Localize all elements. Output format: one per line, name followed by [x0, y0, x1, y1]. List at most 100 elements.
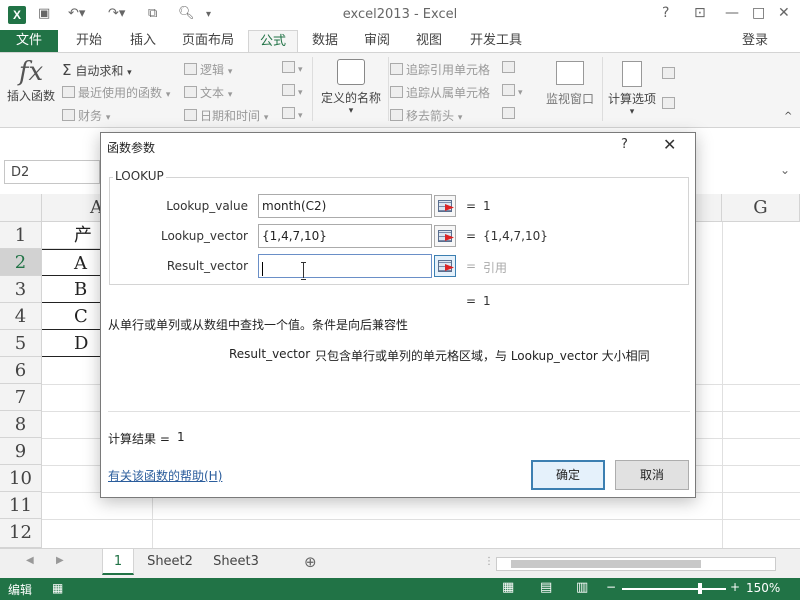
tab-page-layout[interactable]: 页面布局	[172, 30, 244, 52]
result-vector-input[interactable]	[258, 254, 432, 278]
watch-window-button[interactable]: 监视窗口	[540, 61, 600, 107]
horizontal-scrollbar[interactable]	[496, 557, 776, 571]
row-header-7[interactable]: 7	[0, 384, 42, 411]
ok-button[interactable]: 确定	[531, 460, 605, 490]
zoom-slider[interactable]	[622, 588, 726, 590]
formula-result-preview: 1	[483, 294, 491, 308]
lookup-value-input[interactable]: month(C2)	[258, 194, 432, 218]
lookup-ref-button[interactable]: ▾	[282, 61, 303, 75]
login-link[interactable]: 登录	[742, 30, 768, 52]
lookup-vector-input[interactable]: {1,4,7,10}	[258, 224, 432, 248]
normal-view-icon[interactable]: ▦	[502, 580, 514, 595]
row-header-11[interactable]: 11	[0, 492, 42, 519]
row-header-3[interactable]: 3	[0, 276, 42, 303]
calc-result-label: 计算结果 =	[108, 432, 170, 446]
dialog-close-button[interactable]: ✕	[663, 135, 676, 154]
zoom-level[interactable]: 150%	[746, 581, 780, 595]
finance-button[interactable]: 财务 ▾	[62, 107, 110, 124]
tab-insert[interactable]: 插入	[118, 30, 168, 52]
zoom-in-icon[interactable]: +	[730, 580, 740, 594]
cancel-button[interactable]: 取消	[615, 460, 689, 490]
calc-sheet-button[interactable]	[662, 97, 678, 111]
restore-icon[interactable]: □	[752, 5, 765, 21]
dialog-help-button[interactable]: ?	[621, 137, 628, 152]
calc-options-button[interactable]: 计算选项 ▾	[604, 61, 660, 117]
logical-icon	[184, 63, 197, 75]
calculator-icon	[622, 61, 642, 87]
collapse-dialog-button-2[interactable]	[434, 225, 456, 247]
error-checking-button[interactable]: ▾	[502, 84, 523, 98]
calc-now-button[interactable]	[662, 67, 678, 81]
row-header-8[interactable]: 8	[0, 411, 42, 438]
name-box[interactable]: D2	[4, 160, 100, 184]
defined-names-button[interactable]: 定义的名称 ▾	[316, 59, 386, 116]
tab-split-icon[interactable]: ⋮	[484, 556, 494, 567]
row-header-9[interactable]: 9	[0, 438, 42, 465]
ribbon-display-icon[interactable]: ⊡	[694, 5, 706, 21]
row-header-10[interactable]: 10	[0, 465, 42, 492]
evaluate-icon	[502, 107, 515, 119]
more-functions-button[interactable]: ▾	[282, 107, 303, 121]
show-formulas-button[interactable]	[502, 61, 518, 75]
datetime-button[interactable]: 日期和时间 ▾	[184, 107, 268, 124]
show-formulas-icon	[502, 61, 515, 73]
zoom-out-icon[interactable]: −	[606, 580, 616, 594]
sheet-tab-sheet2[interactable]: Sheet2	[140, 549, 200, 575]
evaluate-formula-button[interactable]	[502, 107, 518, 121]
row-header-12[interactable]: 12	[0, 519, 42, 548]
zoom-slider-thumb[interactable]	[698, 583, 702, 594]
close-window-icon[interactable]: ✕	[778, 5, 790, 21]
sheet-tab-sheet3[interactable]: Sheet3	[206, 549, 266, 575]
tab-view[interactable]: 视图	[406, 30, 452, 52]
collapse-dialog-button-3[interactable]	[434, 255, 456, 277]
macro-record-icon[interactable]: ▦	[52, 581, 63, 595]
arg-label-lookup-vector: Lookup_vector	[160, 229, 248, 243]
tab-file[interactable]: 文件	[0, 30, 58, 52]
math-icon	[282, 84, 295, 96]
watch-window-icon	[556, 61, 584, 85]
arg-result-lookup-value: 1	[483, 199, 491, 213]
minimize-icon[interactable]: —	[725, 5, 739, 21]
math-button[interactable]: ▾	[282, 84, 303, 98]
expand-formula-bar-icon[interactable]: ⌄	[780, 163, 790, 177]
window-title: excel2013 - Excel	[342, 7, 458, 22]
sheet-tab-1[interactable]: 1	[102, 549, 134, 575]
arg-result-lookup-vector: {1,4,7,10}	[483, 229, 548, 243]
collapse-dialog-button-1[interactable]	[434, 195, 456, 217]
text-button[interactable]: 文本 ▾	[184, 84, 232, 101]
tab-review[interactable]: 审阅	[354, 30, 400, 52]
tab-developer[interactable]: 开发工具	[460, 30, 532, 52]
row-header-2[interactable]: 2	[0, 249, 42, 276]
row-header-1[interactable]: 1	[0, 222, 42, 249]
trace-dependents-button[interactable]: 追踪从属单元格	[390, 84, 490, 101]
select-all-corner[interactable]	[0, 194, 42, 222]
tab-data[interactable]: 数据	[302, 30, 348, 52]
tab-home[interactable]: 开始	[64, 30, 114, 52]
text-caret	[262, 262, 263, 276]
recent-functions-button[interactable]: 最近使用的函数 ▾	[62, 84, 170, 101]
trace-dependents-icon	[390, 86, 403, 98]
autosum-button[interactable]: Σ 自动求和 ▾	[62, 61, 132, 79]
trace-precedents-icon	[390, 63, 403, 75]
tab-formulas[interactable]: 公式	[248, 30, 298, 53]
page-layout-view-icon[interactable]: ▤	[540, 580, 552, 595]
lookup-icon	[282, 61, 295, 73]
row-header-4[interactable]: 4	[0, 303, 42, 330]
insert-function-button[interactable]: fx 插入函数	[6, 57, 56, 104]
add-sheet-icon[interactable]: ⊕	[304, 553, 317, 571]
function-help-link[interactable]: 有关该函数的帮助(H)	[108, 467, 222, 484]
column-header-g[interactable]: G	[722, 194, 800, 222]
row-header-5[interactable]: 5	[0, 330, 42, 357]
scroll-thumb[interactable]	[511, 560, 701, 568]
trace-precedents-button[interactable]: 追踪引用单元格	[390, 61, 490, 78]
page-break-view-icon[interactable]: ▥	[576, 580, 588, 595]
more-icon	[282, 107, 295, 119]
remove-arrows-button[interactable]: 移去箭头 ▾	[390, 107, 462, 124]
collapse-ribbon-icon[interactable]: ^	[784, 111, 792, 122]
help-icon[interactable]: ?	[662, 5, 669, 21]
row-header-6[interactable]: 6	[0, 357, 42, 384]
prev-sheet-icon[interactable]: ◀	[26, 555, 34, 566]
remove-arrows-icon	[390, 109, 403, 121]
logical-button[interactable]: 逻辑 ▾	[184, 61, 232, 78]
next-sheet-icon[interactable]: ▶	[56, 555, 64, 566]
